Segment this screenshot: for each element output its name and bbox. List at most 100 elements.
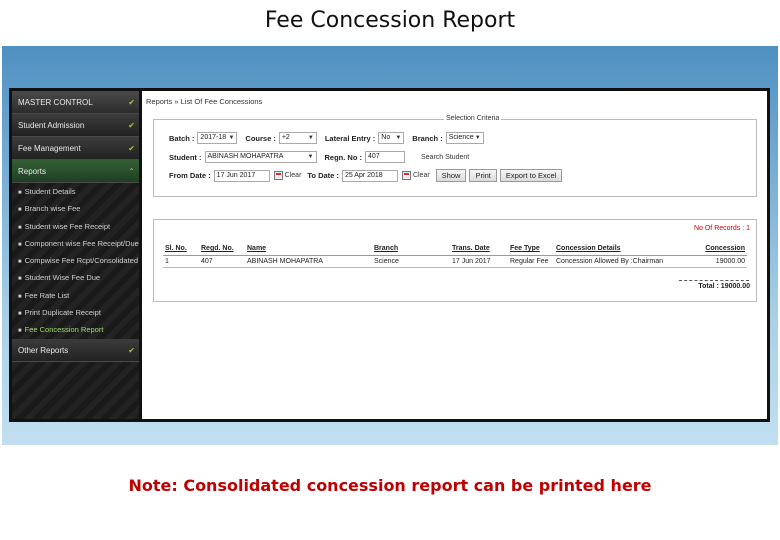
list-bullet-icon: ■ [18, 293, 22, 300]
list-bullet-icon: ■ [18, 328, 22, 335]
table-row: 1 407 ABINASH MOHAPATRA Science 17 Jun 2… [163, 255, 747, 268]
sidebar-item-branch-wise-fee[interactable]: ■ Branch wise Fee [12, 200, 139, 217]
clear-from-date-link[interactable]: Clear [285, 172, 302, 179]
from-date-label: From Date : [169, 171, 211, 180]
search-student-link[interactable]: Search Student [421, 154, 469, 161]
student-select[interactable]: ABINASH MOHAPATRA ▼ [204, 151, 317, 163]
batch-label: Batch : [169, 133, 195, 143]
branch-label: Branch : [412, 133, 443, 143]
sidebar-section-label: Student Admission [18, 121, 85, 130]
course-select[interactable]: +2 ▼ [278, 132, 317, 144]
breadcrumb: Reports » List Of Fee Concessions [146, 97, 263, 106]
sidebar-section-label: Reports [18, 167, 47, 176]
total-divider [679, 280, 749, 281]
list-bullet-icon: ■ [18, 207, 22, 214]
table-cell: 407 [199, 255, 245, 268]
course-label: Course : [245, 133, 276, 143]
student-value: ABINASH MOHAPATRA [207, 153, 284, 160]
table-cell: Science [372, 255, 450, 268]
criteria-row-1: Batch : 2017-18 ▼ Course : +2 ▼ Lateral En… [169, 132, 492, 144]
print-button[interactable]: Print [469, 169, 497, 182]
main-content: Reports » List Of Fee Concessions Select… [142, 91, 767, 419]
sidebar-section-student-admission[interactable]: Student Admission ✔ [12, 114, 139, 137]
regn-no-input[interactable]: 407 [365, 151, 405, 163]
sidebar-item-fee-concession-report[interactable]: ■ Fee Concession Report [12, 321, 139, 338]
list-bullet-icon: ■ [18, 311, 22, 318]
sidebar-item-compwise-consolidated[interactable]: ■ Compwise Fee Rcpt/Consolidated [12, 252, 139, 269]
sidebar-item-fee-rate-list[interactable]: ■ Fee Rate List [12, 287, 139, 304]
export-to-excel-button[interactable]: Export to Excel [499, 169, 563, 182]
criteria-row-2: Student : ABINASH MOHAPATRA ▼ Regn. No : … [169, 151, 469, 163]
clear-to-date-link[interactable]: Clear [413, 172, 430, 179]
sidebar-item-label: Component wise Fee Receipt/Due [24, 238, 139, 248]
criteria-row-3: From Date : 17 Jun 2017 Clear To Date : … [169, 169, 565, 182]
column-header[interactable]: Name [245, 243, 372, 256]
sidebar-item-student-wise-fee-receipt[interactable]: ■ Student wise Fee Receipt [12, 218, 139, 235]
to-date-label: To Date : [307, 171, 339, 180]
chevron-down-icon: ✔ [128, 98, 135, 107]
sidebar-item-label: Compwise Fee Rcpt/Consolidated [24, 256, 139, 266]
column-header[interactable]: Concession Details [554, 243, 672, 256]
from-date-input[interactable]: 17 Jun 2017 [213, 169, 270, 182]
calendar-icon[interactable] [401, 171, 411, 180]
sidebar-item-label: Fee Concession Report [24, 325, 104, 335]
lateral-entry-label: Lateral Entry : [324, 133, 376, 143]
column-header[interactable]: Fee Type [508, 243, 554, 256]
table-cell: Concession Allowed By :Chairman [554, 255, 672, 268]
table-cell: 19000.00 [672, 255, 747, 268]
sidebar-section-reports[interactable]: Reports ⌃ [12, 160, 139, 183]
list-bullet-icon: ■ [18, 259, 22, 266]
sidebar-section-label: MASTER CONTROL [18, 98, 93, 107]
sidebar-section-label: Other Reports [18, 345, 69, 355]
sidebar-item-label: Print Duplicate Receipt [24, 308, 101, 318]
to-date-input[interactable]: 25 Apr 2018 [341, 169, 398, 182]
sidebar-item-label: Student Details [24, 187, 76, 196]
column-header[interactable]: Concession [672, 243, 747, 256]
slide-note: Note: Consolidated concession report can… [128, 476, 652, 495]
selection-criteria-panel: Selection Criteria Batch : 2017-18 ▼ Cour… [153, 115, 757, 197]
column-header[interactable]: Sl. No. [163, 243, 199, 256]
dropdown-arrow-icon: ▼ [395, 135, 402, 141]
sidebar-item-student-details[interactable]: ■ Student Details [12, 183, 139, 200]
sidebar-section-other-reports[interactable]: Other Reports ✔ [12, 338, 139, 362]
table-cell: ABINASH MOHAPATRA [245, 255, 372, 268]
list-bullet-icon: ■ [18, 224, 22, 231]
chevron-down-icon: ✔ [128, 345, 135, 355]
sidebar-item-student-wise-fee-due[interactable]: ■ Student Wise Fee Due [12, 269, 139, 286]
sidebar: MASTER CONTROL ✔ Student Admission ✔ Fee… [12, 91, 139, 419]
lateral-entry-select[interactable]: No ▼ [378, 132, 405, 144]
batch-value: 2017-18 [200, 134, 227, 141]
calendar-icon[interactable] [273, 171, 283, 180]
branch-select[interactable]: Science ▼ [445, 132, 484, 144]
sidebar-section-master-control[interactable]: MASTER CONTROL ✔ [12, 91, 139, 114]
chevron-up-icon: ⌃ [128, 167, 135, 176]
list-bullet-icon: ■ [18, 276, 22, 283]
column-header[interactable]: Branch [372, 243, 450, 256]
table-header-row: Sl. No. Regd. No. Name Branch Trans. Dat… [163, 243, 747, 256]
sidebar-item-print-duplicate-receipt[interactable]: ■ Print Duplicate Receipt [12, 304, 139, 321]
column-header[interactable]: Trans. Date [450, 243, 508, 256]
batch-select[interactable]: 2017-18 ▼ [197, 132, 238, 144]
column-header[interactable]: Regd. No. [199, 243, 245, 256]
sidebar-section-label: Fee Management [18, 144, 81, 153]
sidebar-item-component-wise-fee[interactable]: ■ Component wise Fee Receipt/Due [12, 235, 139, 252]
list-bullet-icon: ■ [18, 241, 22, 248]
table-cell: 17 Jun 2017 [450, 255, 508, 268]
slide-title: Fee Concession Report [0, 0, 780, 46]
app-frame: MASTER CONTROL ✔ Student Admission ✔ Fee… [9, 88, 770, 422]
dropdown-arrow-icon: ▼ [228, 135, 235, 141]
concession-table: Sl. No. Regd. No. Name Branch Trans. Dat… [163, 243, 747, 268]
show-button[interactable]: Show [435, 169, 467, 182]
dropdown-arrow-icon: ▼ [307, 135, 314, 141]
sidebar-section-fee-management[interactable]: Fee Management ✔ [12, 137, 139, 160]
chevron-down-icon: ✔ [128, 144, 135, 153]
sidebar-item-label: Student wise Fee Receipt [24, 221, 111, 231]
dropdown-arrow-icon: ▼ [307, 154, 314, 160]
student-label: Student : [169, 152, 202, 162]
sidebar-item-label: Branch wise Fee [24, 204, 81, 214]
course-value: +2 [281, 134, 290, 141]
chevron-down-icon: ✔ [128, 121, 135, 130]
list-bullet-icon: ■ [18, 190, 22, 196]
records-count: No Of Records : 1 [693, 225, 750, 232]
regn-no-label: Regn. No : [324, 152, 363, 162]
